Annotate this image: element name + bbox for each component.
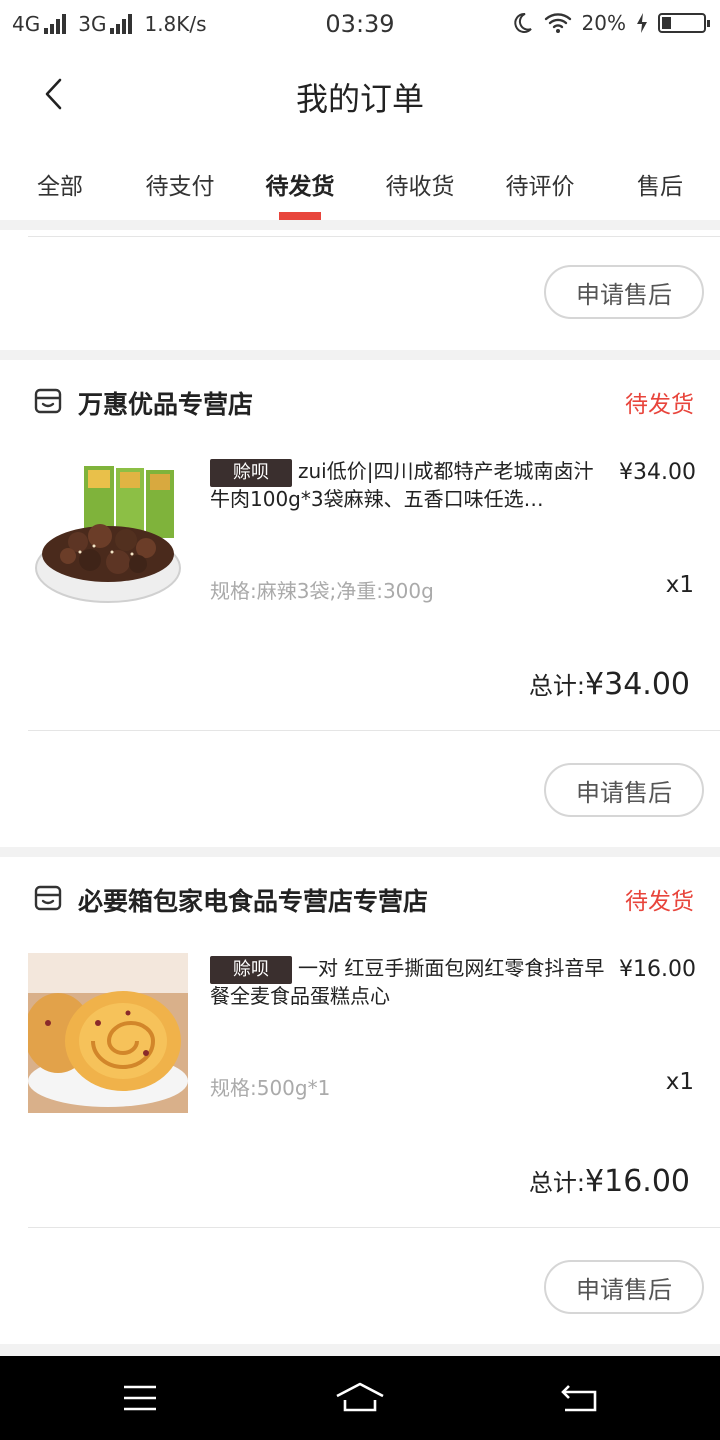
tab-pending-review[interactable]: 待评价: [480, 136, 600, 220]
apply-after-sale-button[interactable]: 申请售后: [544, 265, 704, 319]
product-spec: 规格:麻辣3袋;净重:300g: [210, 579, 434, 603]
product-image[interactable]: [28, 953, 188, 1113]
total-label: 总计:: [528, 1169, 586, 1197]
bread-image: [28, 953, 188, 1113]
status-right: 20%: [510, 11, 710, 35]
page-title: 我的订单: [295, 80, 424, 118]
apply-after-sale-button[interactable]: 申请售后: [544, 1260, 704, 1314]
tab-after-sale[interactable]: 售后: [600, 136, 720, 220]
tab-pending-shipment[interactable]: 待发货: [240, 136, 360, 220]
back-chevron-icon: [45, 78, 62, 110]
home-button[interactable]: [330, 1376, 390, 1420]
apply-after-sale-button[interactable]: 申请售后: [544, 763, 704, 817]
charging-icon: [637, 13, 647, 33]
battery-percent: 20%: [581, 11, 626, 35]
order-total: 总计:¥16.00: [529, 1163, 690, 1199]
tab-pending-receipt[interactable]: 待收货: [360, 136, 480, 220]
home-icon: [336, 1382, 384, 1412]
wifi-icon: [544, 13, 571, 33]
shop-row[interactable]: 万惠优品专营店 待发货: [0, 360, 720, 444]
tab-all[interactable]: 全部: [0, 136, 120, 220]
divider: [28, 236, 720, 237]
back-button[interactable]: [30, 70, 78, 118]
shop-icon: [34, 885, 62, 911]
order-status: 待发货: [625, 889, 694, 915]
product-title[interactable]: 一对 红豆手撕面包网红零食抖音早餐全麦食品蛋糕点心: [210, 954, 610, 1010]
order-card: 万惠优品专营店 待发货 赊呗 zui低价|四川成都特产老城南卤汁牛肉100g*3…: [0, 360, 720, 847]
order-total: 总计:¥34.00: [529, 666, 690, 702]
order-tabs: 全部 待支付 待发货 待收货 待评价 售后: [0, 136, 720, 220]
product-spec: 规格:500g*1: [210, 1076, 331, 1100]
shop-name: 万惠优品专营店: [78, 390, 254, 419]
status-bar: 4G 3G 1.8K/s 03:39 20%: [0, 0, 720, 52]
battery-icon: [658, 13, 710, 33]
menu-button[interactable]: [110, 1376, 170, 1420]
menu-icon: [124, 1385, 156, 1411]
beef-jerky-image: [28, 456, 188, 616]
system-nav-bar: [0, 1356, 720, 1440]
divider: [28, 1227, 720, 1228]
total-value: ¥16.00: [585, 1164, 690, 1199]
order-card: 必要箱包家电食品专营店专营店 待发货 赊呗 一对 红豆手撕面包网红零食抖音早餐全…: [0, 857, 720, 1344]
product-title[interactable]: zui低价|四川成都特产老城南卤汁牛肉100g*3袋麻辣、五香口味任选…: [210, 457, 610, 513]
header: 我的订单: [0, 52, 720, 136]
tab-pending-payment[interactable]: 待支付: [120, 136, 240, 220]
total-value: ¥34.00: [585, 667, 690, 702]
order-card: 申请售后: [0, 230, 720, 350]
return-button[interactable]: [550, 1376, 610, 1420]
divider: [28, 730, 720, 731]
return-icon: [561, 1385, 597, 1412]
product-image[interactable]: [28, 456, 188, 616]
product-quantity: x1: [665, 1069, 694, 1095]
order-list[interactable]: 申请售后 万惠优品专营店 待发货 赊呗 zui低价|四川成都特产老城南卤汁牛肉1…: [0, 230, 720, 1356]
product-price: ¥16.00: [619, 957, 696, 982]
product-price: ¥34.00: [619, 460, 696, 485]
order-status: 待发货: [625, 392, 694, 418]
shop-name: 必要箱包家电食品专营店专营店: [78, 887, 429, 916]
total-label: 总计:: [528, 672, 586, 700]
moon-icon: [513, 12, 532, 33]
shop-icon: [34, 388, 62, 414]
product-quantity: x1: [665, 572, 694, 598]
shop-row[interactable]: 必要箱包家电食品专营店专营店 待发货: [0, 857, 720, 941]
